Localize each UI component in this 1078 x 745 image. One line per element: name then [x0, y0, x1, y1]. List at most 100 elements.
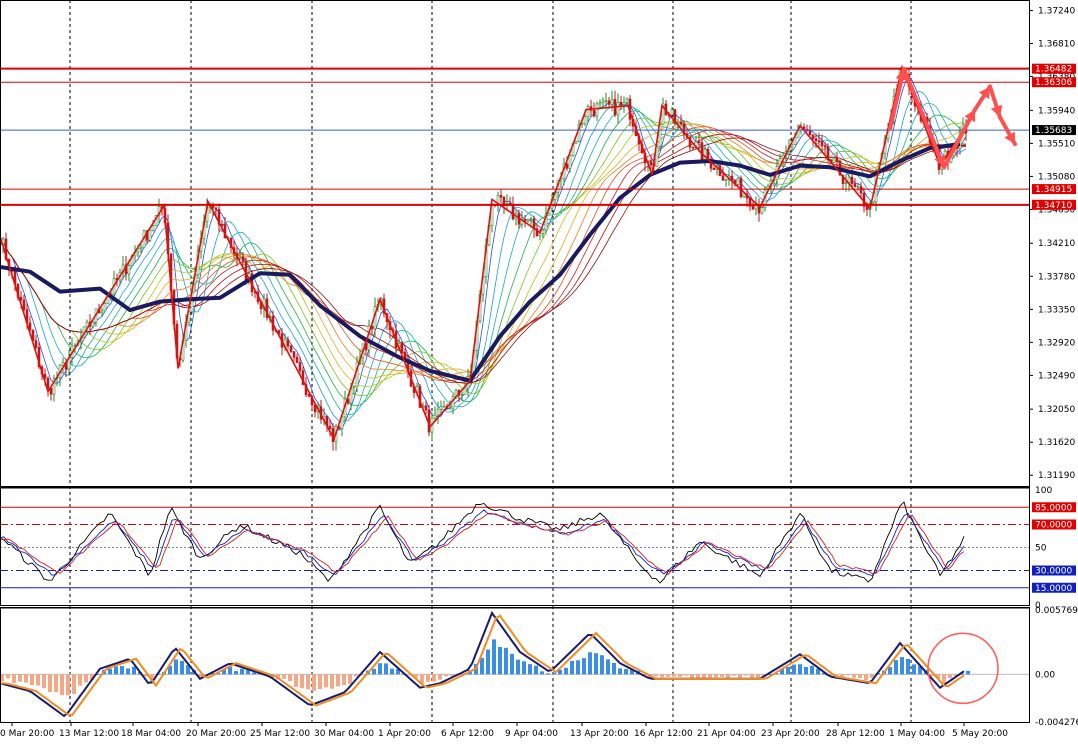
price-level-label: 1.34915 — [1032, 184, 1076, 195]
candle-body — [610, 99, 614, 105]
momentum-bar — [732, 674, 736, 676]
momentum-bar — [108, 668, 112, 675]
candle-body — [751, 205, 755, 210]
candle-body — [820, 141, 824, 147]
candle-body — [625, 98, 629, 103]
chart-canvas[interactable]: 1.372401.368101.363801.359401.355101.350… — [0, 0, 1078, 741]
candle-body — [91, 321, 95, 327]
candle-body — [616, 101, 620, 116]
candle-body — [526, 219, 530, 222]
candle-body — [439, 406, 443, 410]
momentum-bar — [300, 674, 304, 689]
momentum-bar — [126, 668, 130, 675]
time-tick-label: 1 Apr 20:00 — [378, 729, 431, 739]
price-tick-label: 1.31190 — [1038, 471, 1075, 481]
candle-body — [871, 201, 875, 204]
candle-body — [853, 183, 857, 188]
candle-body — [289, 345, 293, 352]
candle-body — [151, 225, 155, 231]
candle-body — [22, 299, 26, 310]
momentum-bar — [342, 674, 346, 686]
candle-body — [61, 361, 65, 366]
momentum-bar — [654, 674, 658, 677]
momentum-bar — [696, 674, 700, 679]
price-tick-label: 1.37240 — [1038, 6, 1075, 16]
price-level-label-text: 1.34710 — [1035, 201, 1072, 211]
price-tick-label: 1.34210 — [1038, 239, 1075, 249]
momentum-tick-label: -0.004276 — [1035, 718, 1078, 728]
candle-body — [460, 394, 464, 396]
momentum-bar — [84, 674, 88, 683]
momentum-bar — [390, 668, 394, 675]
momentum-bar — [438, 674, 442, 680]
momentum-tick-label: 0.0057697 — [1035, 606, 1078, 616]
momentum-bar — [174, 659, 178, 675]
candle-body — [568, 155, 572, 169]
price-level-label-text: 1.36306 — [1035, 78, 1072, 88]
momentum-bar — [792, 664, 796, 675]
candle-body — [598, 102, 602, 105]
candle-body — [592, 109, 596, 117]
candle-body — [607, 100, 611, 105]
price-tick-label: 1.35510 — [1038, 139, 1075, 149]
candle-body — [214, 207, 218, 210]
momentum-bar — [798, 664, 802, 675]
price-level-label-text: 1.36482 — [1035, 65, 1072, 75]
momentum-bar — [234, 671, 238, 675]
momentum-bar — [282, 674, 286, 679]
candle-body — [670, 109, 674, 116]
momentum-bar — [522, 661, 526, 675]
momentum-bar — [540, 671, 544, 675]
momentum-bar — [318, 674, 322, 690]
momentum-bar — [426, 674, 430, 682]
oscillator-level-label: 70.0000 — [1032, 519, 1076, 531]
momentum-bar — [240, 668, 244, 675]
momentum-bar — [594, 653, 598, 675]
momentum-bar — [78, 674, 82, 686]
candle-body — [691, 146, 695, 149]
candle-body — [148, 229, 152, 241]
momentum-bar — [18, 674, 22, 682]
momentum-bar — [660, 674, 664, 678]
momentum-bar — [312, 674, 316, 691]
candle-body — [622, 101, 626, 105]
momentum-bar — [678, 674, 682, 677]
momentum-bar — [948, 674, 952, 679]
candle-body — [817, 140, 821, 142]
candle-body — [400, 342, 404, 353]
momentum-bar — [864, 674, 868, 681]
momentum-bar — [786, 667, 790, 675]
momentum-bar — [582, 658, 586, 675]
time-tick-label: 23 Apr 20:00 — [761, 729, 820, 739]
time-tick-label: 13 Mar 12:00 — [59, 729, 119, 739]
momentum-bar — [36, 674, 40, 686]
oscillator-level-label-text: 30.0000 — [1035, 567, 1072, 577]
momentum-bar — [888, 667, 892, 675]
candle-body — [139, 247, 143, 249]
oscillator-level-label: 30.0000 — [1032, 565, 1076, 577]
candle-body — [352, 386, 356, 389]
candle-body — [127, 265, 131, 275]
price-tick-label: 1.32050 — [1038, 405, 1075, 415]
momentum-bar — [450, 674, 454, 676]
time-tick-label: 30 Mar 04:00 — [314, 729, 374, 739]
candle-body — [700, 142, 704, 160]
price-level-label: 1.34710 — [1032, 199, 1076, 211]
momentum-bar — [894, 660, 898, 675]
candle-body — [463, 387, 467, 395]
oscillator-tick-label: 100 — [1035, 486, 1052, 496]
momentum-bar — [714, 674, 718, 678]
candle-body — [742, 193, 746, 198]
candle-body — [583, 116, 587, 125]
momentum-bar — [624, 669, 628, 675]
candle-body — [442, 405, 446, 408]
candle-body — [619, 101, 623, 105]
candle-body — [850, 176, 854, 185]
momentum-bar — [330, 674, 334, 689]
trading-chart-window[interactable]: 1.372401.368101.363801.359401.355101.350… — [0, 0, 1078, 741]
momentum-bar — [618, 668, 622, 675]
candle-body — [565, 163, 569, 169]
time-tick-label: 20 Mar 20:00 — [186, 729, 246, 739]
momentum-bar — [858, 674, 862, 678]
momentum-bar — [906, 658, 910, 675]
